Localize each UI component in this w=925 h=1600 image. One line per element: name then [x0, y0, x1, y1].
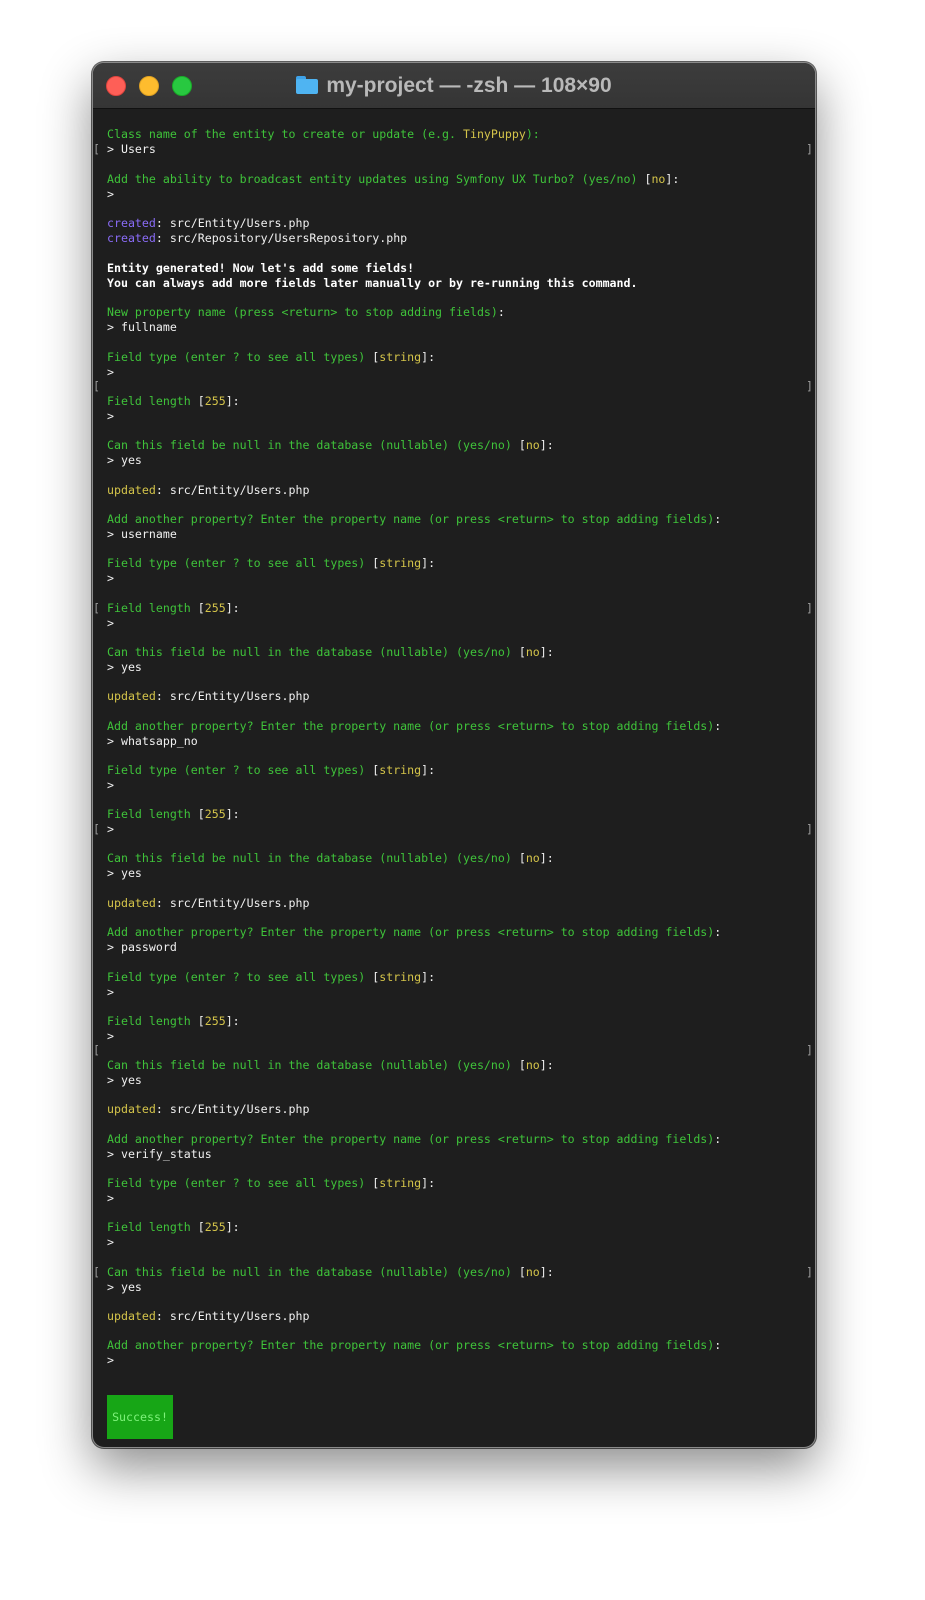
output-line: Add another property? Enter the property…: [107, 1338, 722, 1352]
output-line: Field type (enter ? to see all types) [s…: [107, 556, 436, 570]
bracket-left: [: [93, 822, 100, 836]
output-line: updated: src/Entity/Users.php: [107, 1309, 310, 1323]
bracket-left: [: [93, 379, 100, 393]
input-line: > yes: [107, 660, 142, 674]
bracket-right: ]: [806, 379, 813, 393]
output-line: Field length [255]:: [107, 601, 240, 615]
success-badge: Success!: [107, 1395, 173, 1439]
bracket-right: ]: [806, 1265, 813, 1279]
output-line: Field length [255]:: [107, 1220, 240, 1234]
output-line: New property name (press <return> to sto…: [107, 305, 505, 319]
output-line: Add another property? Enter the property…: [107, 719, 722, 733]
bracket-right: ]: [806, 601, 813, 615]
output-line: Field type (enter ? to see all types) [s…: [107, 350, 436, 364]
input-line: > yes: [107, 453, 142, 467]
bracket-right: ]: [806, 142, 813, 156]
bracket-left: [: [93, 601, 100, 615]
output-line: created: src/Repository/UsersRepository.…: [107, 231, 408, 245]
output-line: created: src/Entity/Users.php: [107, 216, 310, 230]
bracket-right: ]: [806, 1043, 813, 1057]
input-line: >: [107, 571, 121, 585]
output-line: Field type (enter ? to see all types) [s…: [107, 970, 436, 984]
output-line: updated: src/Entity/Users.php: [107, 483, 310, 497]
output-line: Class name of the entity to create or up…: [107, 127, 540, 141]
output-line: Can this field be null in the database (…: [107, 851, 554, 865]
output-line: Add another property? Enter the property…: [107, 1132, 722, 1146]
input-line: >: [107, 1235, 121, 1249]
input-line: > yes: [107, 866, 142, 880]
bracket-left: [: [93, 142, 100, 156]
input-line: > whatsapp_no: [107, 734, 198, 748]
output-line: Field length [255]:: [107, 1014, 240, 1028]
output-line: Add another property? Enter the property…: [107, 512, 722, 526]
output-line: Can this field be null in the database (…: [107, 438, 554, 452]
input-line: > yes: [107, 1073, 142, 1087]
input-line: > Users: [107, 142, 156, 156]
output-line: Field type (enter ? to see all types) [s…: [107, 1176, 436, 1190]
input-line: >: [107, 365, 121, 379]
input-line: > username: [107, 527, 177, 541]
window-title: my-project — -zsh — 108×90: [93, 72, 815, 100]
output-line: Field length [255]:: [107, 807, 240, 821]
input-line: >: [107, 822, 121, 836]
title-bar[interactable]: my-project — -zsh — 108×90: [93, 63, 815, 109]
output-line: Add another property? Enter the property…: [107, 925, 722, 939]
input-line: >: [107, 1029, 121, 1043]
bracket-left: [: [93, 1043, 100, 1057]
output-line: Add the ability to broadcast entity upda…: [107, 172, 680, 186]
input-line: >: [107, 616, 121, 630]
output-line: You can always add more fields later man…: [107, 276, 638, 290]
output-line: Entity generated! Now let's add some fie…: [107, 261, 415, 275]
output-line: Can this field be null in the database (…: [107, 1265, 554, 1279]
input-line: >: [107, 409, 121, 423]
bracket-left: [: [93, 1265, 100, 1279]
input-line: > password: [107, 940, 177, 954]
output-line: Field type (enter ? to see all types) [s…: [107, 763, 436, 777]
terminal-window[interactable]: my-project — -zsh — 108×90 Class name of…: [92, 62, 816, 1448]
input-line: >: [107, 778, 121, 792]
input-line: >: [107, 187, 121, 201]
folder-icon: [296, 76, 319, 94]
terminal-output[interactable]: Class name of the entity to create or up…: [93, 109, 815, 1447]
output-line: Can this field be null in the database (…: [107, 1058, 554, 1072]
input-line: >: [107, 1191, 121, 1205]
input-line: > fullname: [107, 320, 177, 334]
input-line: >: [107, 985, 121, 999]
bracket-right: ]: [806, 822, 813, 836]
output-line: Can this field be null in the database (…: [107, 645, 554, 659]
input-line: > yes: [107, 1280, 142, 1294]
output-line: updated: src/Entity/Users.php: [107, 1102, 310, 1116]
output-line: updated: src/Entity/Users.php: [107, 896, 310, 910]
output-line: updated: src/Entity/Users.php: [107, 689, 310, 703]
input-line: >: [107, 1353, 121, 1367]
window-title-text: my-project — -zsh — 108×90: [326, 74, 612, 97]
input-line: > verify_status: [107, 1147, 212, 1161]
output-line: Field length [255]:: [107, 394, 240, 408]
